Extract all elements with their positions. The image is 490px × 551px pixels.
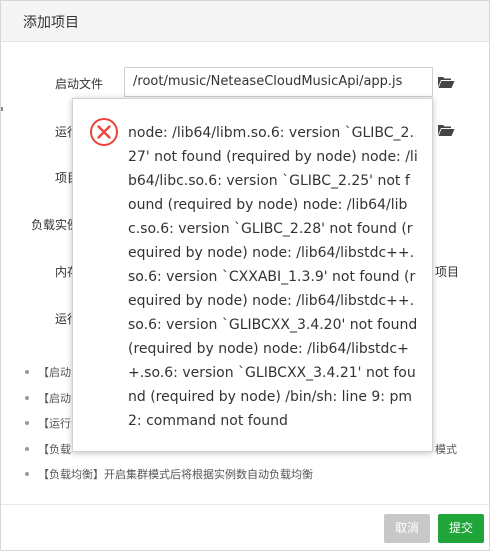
folder-open-icon[interactable]: [437, 123, 455, 137]
help-note-suffix: 模式: [435, 443, 457, 456]
dialog-footer: 取消 提交: [1, 504, 489, 550]
startup-file-label: 启动文件: [55, 77, 104, 91]
error-message-text: node: /lib64/libm.so.6: version `GLIBC_2…: [128, 125, 418, 429]
error-message-popup: node: /lib64/libm.so.6: version `GLIBC_2…: [72, 98, 433, 452]
help-note: 【负载均衡】开启集群模式后将根据实例数自动负载均衡: [25, 466, 313, 482]
startup-file-input[interactable]: /root/music/NeteaseCloudMusicApi/app.js: [124, 67, 433, 97]
help-note: 【运行: [25, 415, 71, 431]
bullet-icon: [25, 447, 29, 451]
error-circle-x-icon: [90, 118, 118, 146]
help-note: 【启动: [25, 364, 71, 380]
help-note: 【负载: [25, 441, 71, 457]
help-note: 【启动: [25, 390, 71, 406]
project-suffix-text: 项目: [435, 265, 460, 279]
help-note-text: 【启动: [38, 392, 71, 405]
bullet-icon: [25, 472, 29, 476]
help-note-text: 【运行: [38, 417, 71, 430]
bullet-icon: [25, 370, 29, 374]
bullet-icon: [25, 421, 29, 425]
left-edge-marker: [1, 107, 3, 111]
submit-button[interactable]: 提交: [438, 514, 484, 543]
help-note-text: 【负载均衡】开启集群模式后将根据实例数自动负载均衡: [38, 468, 313, 481]
dialog-titlebar: 添加项目: [1, 1, 489, 42]
help-note-text: 【负载: [38, 443, 71, 456]
help-note-text: 【启动: [38, 366, 71, 379]
cancel-button[interactable]: 取消: [384, 514, 430, 543]
folder-open-icon[interactable]: [437, 75, 455, 89]
bullet-icon: [25, 396, 29, 400]
dialog-title: 添加项目: [23, 15, 79, 31]
